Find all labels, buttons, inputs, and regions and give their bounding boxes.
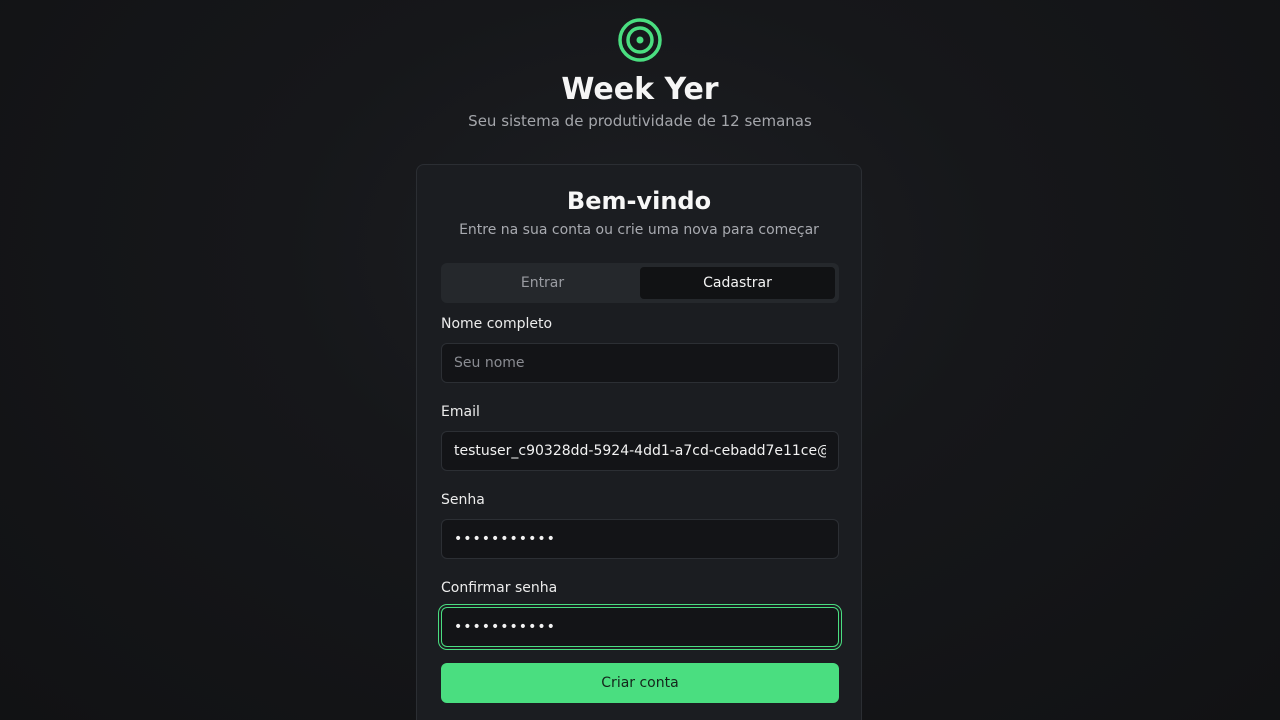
create-account-button[interactable]: Criar conta xyxy=(441,663,839,703)
card-subtitle: Entre na sua conta ou crie uma nova para… xyxy=(459,222,819,238)
email-label: Email xyxy=(441,404,480,420)
password-input[interactable] xyxy=(441,519,839,559)
name-input[interactable] xyxy=(441,343,839,383)
target-icon xyxy=(618,18,662,62)
card-title: Bem-vindo xyxy=(566,187,712,215)
app-title: Week Yer xyxy=(561,72,719,107)
email-input[interactable] xyxy=(441,431,839,471)
signup-page: Week Yer Seu sistema de produtividade de… xyxy=(0,0,1280,720)
app-subtitle: Seu sistema de produtividade de 12 seman… xyxy=(468,112,812,130)
auth-tabs: Entrar Cadastrar xyxy=(441,263,839,303)
name-label: Nome completo xyxy=(441,316,553,332)
auth-card: Bem-vindo Entre na sua conta ou crie uma… xyxy=(416,164,862,720)
password-label: Senha xyxy=(441,492,485,508)
confirm-password-label: Confirmar senha xyxy=(441,580,558,596)
tab-entrar[interactable]: Entrar xyxy=(445,267,640,299)
tab-cadastrar[interactable]: Cadastrar xyxy=(640,267,835,299)
confirm-password-input[interactable] xyxy=(441,607,839,647)
brand-header: Week Yer Seu sistema de produtividade de… xyxy=(0,18,1280,131)
